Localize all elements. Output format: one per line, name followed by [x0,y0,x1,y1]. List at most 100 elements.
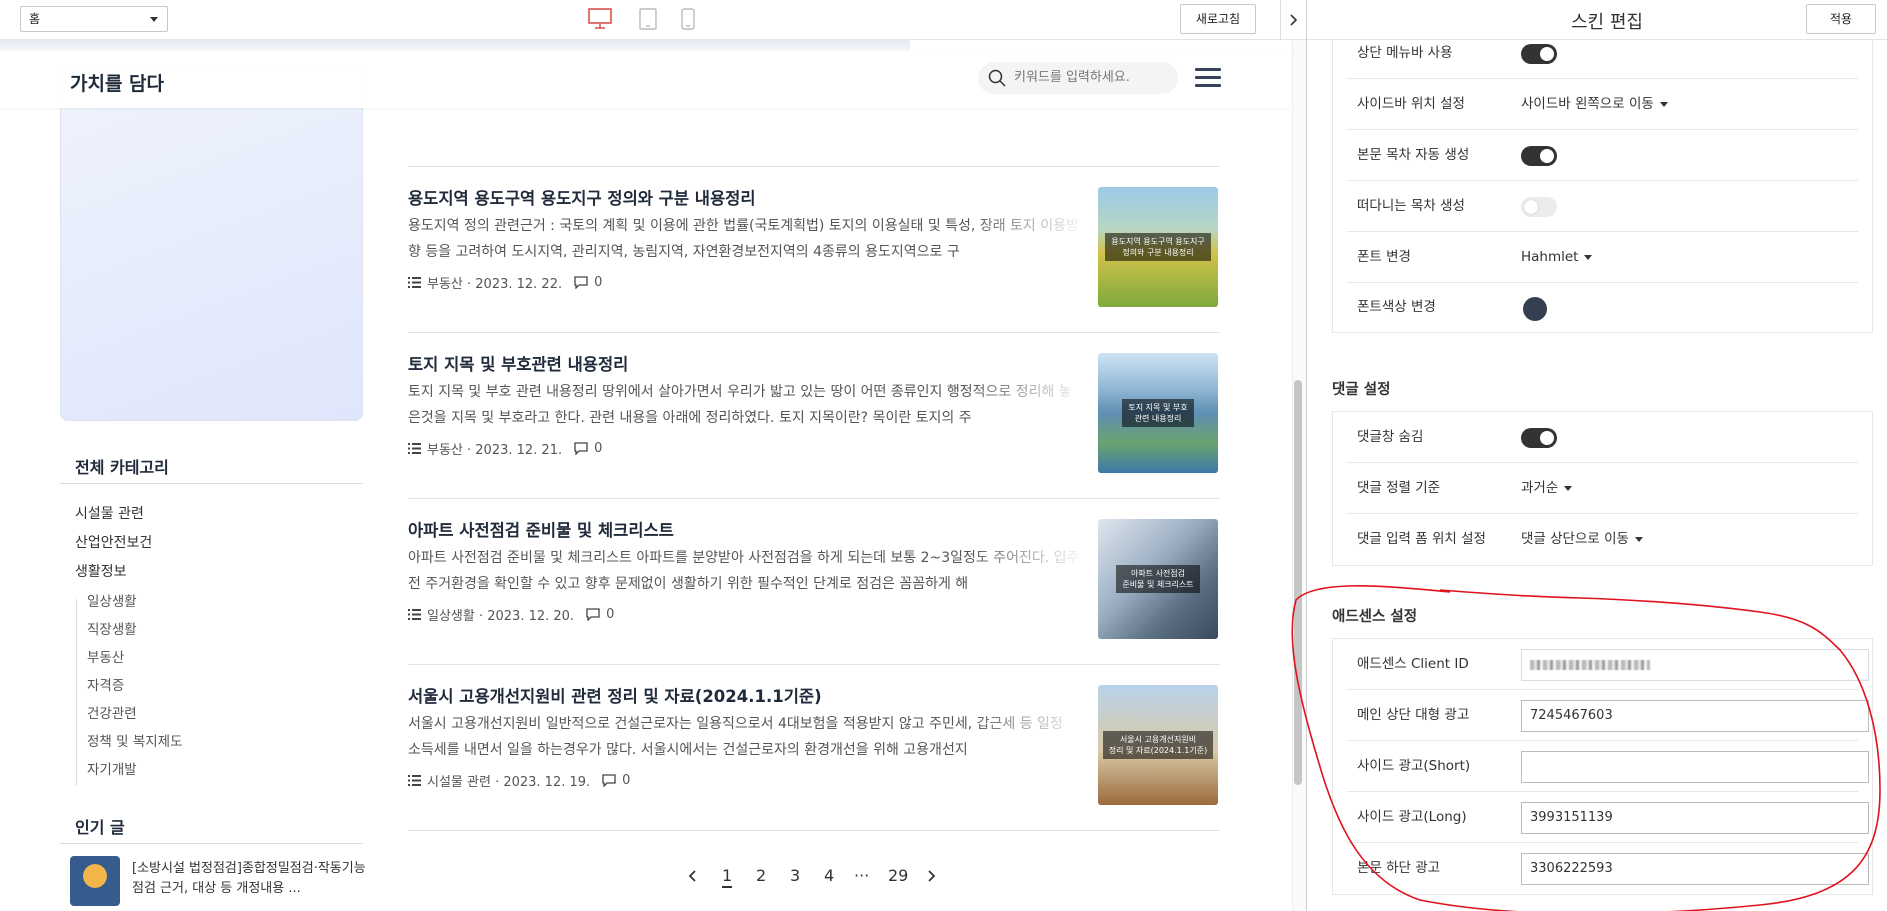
post-item[interactable]: 토지 지목 및 부호관련 내용정리 토지 지목 및 부호 관련 내용정리 땅위에… [408,332,1220,498]
category-link[interactable]: 시설물 관련 [75,503,144,523]
auto-toc-toggle[interactable] [1521,146,1557,166]
comment-icon [602,774,616,787]
subcategory-link[interactable]: 건강관련 [87,702,137,722]
post-title[interactable]: 용도지역 용도구역 용도지구 정의와 구분 내용정리 [408,185,756,209]
font-dropdown[interactable]: Hahmlet [1521,232,1593,283]
page-ellipsis: ··· [854,866,870,885]
post-item[interactable]: 용도지역 용도구역 용도지구 정의와 구분 내용정리 용도지역 정의 관련근거 … [408,166,1220,332]
search-input[interactable]: 키워드를 입력하세요. [978,62,1178,94]
font-color-swatch[interactable] [1523,297,1547,321]
page-link[interactable]: 29 [888,866,908,885]
post-title[interactable]: 서울시 고용개선지원비 관련 정리 및 자료(2024.1.1기준) [408,683,822,707]
tablet-icon[interactable] [639,8,657,30]
post-meta: 시설물 관련 · 2023. 12. 19. 0 [408,771,630,790]
post-title[interactable]: 아파트 사전점검 준비물 및 체크리스트 [408,517,674,541]
setting-row: 폰트 변경 Hahmlet [1347,232,1858,283]
top-menubar-toggle[interactable] [1521,44,1557,64]
popular-post-title: [소방시설 법정점검]종합정밀점검·작동기능점검 근거, 대상 등 개정내용 .… [132,861,366,896]
setting-row: 떠다니는 목차 생성 [1347,181,1858,232]
blog-preview: 가치를 담다 키워드를 입력하세요. 전체 카테고리 시설물 관련 산업안전보건… [0,40,1292,911]
blog-title[interactable]: 가치를 담다 [70,69,164,96]
comment-count: 0 [594,275,603,290]
setting-label: 애드센스 Client ID [1357,656,1469,672]
post-thumbnail[interactable]: 서울시 고용개선지원비 정리 및 자료(2024.1.1기준) [1098,685,1218,805]
post-bottom-ad-input[interactable]: 3306222593 [1521,853,1869,885]
post-item[interactable]: 서울시 고용개선지원비 관련 정리 및 자료(2024.1.1기준) 서울시 고… [408,664,1220,830]
hamburger-menu-icon[interactable] [1195,68,1221,90]
collapse-panel-button[interactable] [1280,0,1306,40]
search-icon [988,69,1006,87]
main-top-ad-input[interactable]: 7245467603 [1521,700,1869,732]
thumbnail-caption: 아파트 사전점검 준비물 및 체크리스트 [1116,565,1200,593]
setting-label: 떠다니는 목차 생성 [1357,198,1465,214]
setting-label: 메인 상단 대형 광고 [1357,707,1470,723]
skin-editor-header: 스킨 편집 적용 [1307,0,1887,40]
preview-scrollbar-thumb[interactable] [1294,380,1302,785]
subcategory-link[interactable]: 일상생활 [87,590,137,610]
dropdown-value: 사이드바 왼쪽으로 이동 [1521,96,1654,112]
subcategory-link[interactable]: 정책 및 복지제도 [87,730,183,750]
setting-label: 사이드 광고(Short) [1357,758,1471,774]
desktop-icon[interactable] [588,8,612,30]
chevron-right-icon[interactable] [928,870,936,882]
hide-comments-toggle[interactable] [1521,428,1557,448]
comment-count: 0 [594,441,603,456]
setting-label: 댓글 정렬 기준 [1357,480,1441,496]
divider [408,830,1220,831]
page-select[interactable]: 홈 [20,6,168,32]
adsense-settings-group: 애드센스 Client ID 메인 상단 대형 광고 7245467603 사이… [1332,638,1873,895]
apply-button[interactable]: 적용 [1806,4,1876,34]
subcategory-link[interactable]: 부동산 [87,646,124,666]
post-meta: 부동산 · 2023. 12. 22. 0 [408,273,602,292]
skin-editor-panel: 상단 메뉴바 사용 사이드바 위치 설정 사이드바 왼쪽으로 이동 본문 목차 … [1307,40,1887,911]
sidebar-position-dropdown[interactable]: 사이드바 왼쪽으로 이동 [1521,79,1668,130]
excerpt-fade [968,545,1088,597]
side-ad-long-input[interactable]: 3993151139 [1521,802,1869,834]
comment-settings-group: 댓글창 숨김 댓글 정렬 기준 과거순 댓글 입력 폼 위치 설정 댓글 상단으… [1332,411,1873,566]
excerpt-fade [968,213,1088,265]
post-meta: 일상생활 · 2023. 12. 20. 0 [408,605,614,624]
popular-post[interactable]: [소방시설 법정점검]종합정밀점검·작동기능점검 근거, 대상 등 개정내용 .… [70,856,370,906]
caret-down-icon [1634,536,1643,542]
divider [60,843,363,844]
search-placeholder: 키워드를 입력하세요. [1014,70,1130,85]
dropdown-value: 댓글 상단으로 이동 [1521,531,1629,547]
excerpt-fade [968,711,1088,763]
subcategory-link[interactable]: 자기개발 [87,758,137,778]
list-icon [408,443,421,454]
thumbnail-caption: 용도지역 용도구역 용도지구 정의와 구분 내용정리 [1105,233,1211,261]
post-title[interactable]: 토지 지목 및 부호관련 내용정리 [408,351,628,375]
comment-form-position-dropdown[interactable]: 댓글 상단으로 이동 [1521,514,1643,565]
setting-row: 메인 상단 대형 광고 7245467603 [1347,690,1869,741]
setting-label: 본문 하단 광고 [1357,860,1441,876]
category-link[interactable]: 생활정보 [75,561,127,581]
chevron-left-icon[interactable] [688,870,696,882]
comment-count: 0 [622,773,631,788]
page-link[interactable]: 2 [756,866,766,885]
refresh-button[interactable]: 새로고침 [1180,4,1256,34]
page-link[interactable]: 4 [824,866,834,885]
page-link[interactable]: 3 [790,866,800,885]
subcategory-link[interactable]: 직장생활 [87,618,137,638]
page-link-current[interactable]: 1 [722,866,733,888]
comment-sort-dropdown[interactable]: 과거순 [1521,463,1573,514]
setting-row: 본문 하단 광고 3306222593 [1347,843,1869,894]
adsense-client-id-input[interactable] [1521,649,1869,681]
post-thumbnail[interactable]: 아파트 사전점검 준비물 및 체크리스트 [1098,519,1218,639]
side-ad-short-input[interactable] [1521,751,1869,783]
post-thumbnail[interactable]: 토지 지목 및 부호 관련 내용정리 [1098,353,1218,473]
caret-down-icon [1564,485,1573,491]
post-thumbnail[interactable]: 용도지역 용도구역 용도지구 정의와 구분 내용정리 [1098,187,1218,307]
dropdown-value: 과거순 [1521,480,1559,496]
skin-editor-title: 스킨 편집 [1571,12,1643,33]
post-item[interactable]: 아파트 사전점검 준비물 및 체크리스트 아파트 사전점검 준비물 및 체크리스… [408,498,1220,664]
category-link[interactable]: 산업안전보건 [75,532,152,552]
setting-row: 애드센스 Client ID [1347,639,1869,690]
subcategory-link[interactable]: 자격증 [87,674,124,694]
setting-row: 댓글 정렬 기준 과거순 [1347,463,1858,514]
list-icon [408,277,421,288]
post-category-date: 부동산 · 2023. 12. 21. [427,443,563,458]
floating-toc-toggle[interactable] [1521,197,1557,217]
mobile-icon[interactable] [681,8,695,30]
setting-row: 사이드 광고(Short) [1347,741,1869,792]
